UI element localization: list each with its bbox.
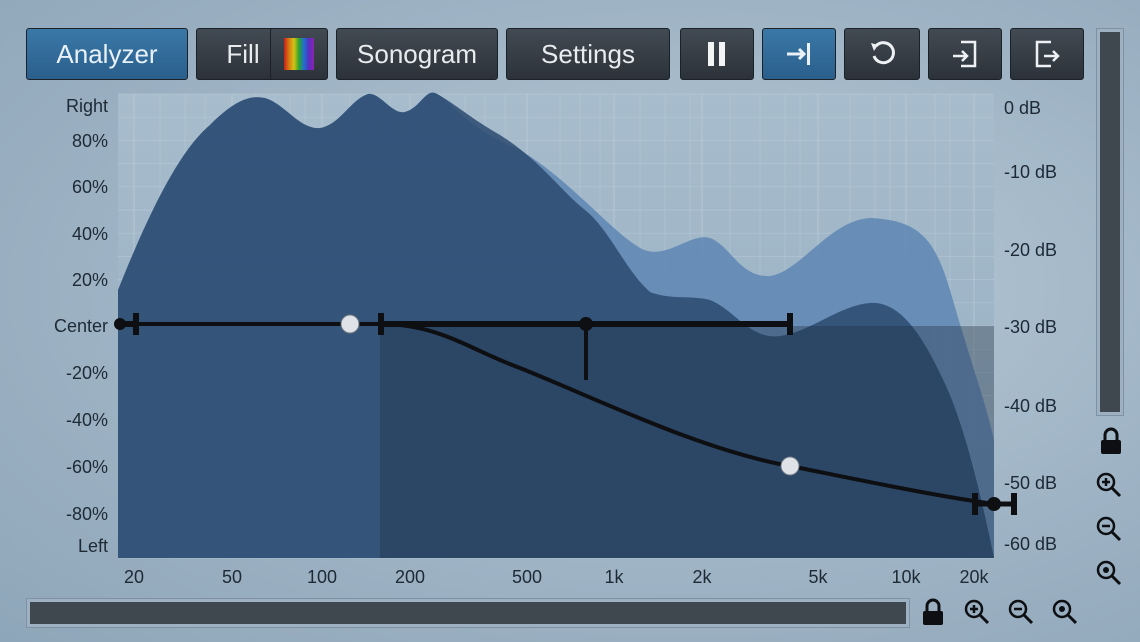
spectrum-color-icon <box>284 38 314 70</box>
freq-label: 2k <box>692 567 712 587</box>
vertical-zoom-out-button[interactable] <box>1094 514 1124 544</box>
frequency-marker-handle[interactable] <box>579 317 593 331</box>
horizontal-zoom-in-button[interactable] <box>962 597 992 627</box>
zoom-fit-icon <box>1096 560 1122 586</box>
freq-label: 200 <box>395 567 425 587</box>
zoom-out-icon <box>1096 516 1122 542</box>
pause-button[interactable] <box>680 28 754 80</box>
vertical-range-scrollbar[interactable] <box>1096 28 1124 416</box>
curve-endpoint-handle[interactable] <box>114 318 126 330</box>
pause-icon <box>708 42 725 66</box>
zoom-in-icon <box>1096 472 1122 498</box>
y-label: -40% <box>66 410 108 430</box>
y-label-right: Right <box>66 96 108 116</box>
freq-label: 100 <box>307 567 337 587</box>
export-icon <box>1035 40 1060 68</box>
zoom-in-icon <box>964 599 990 625</box>
horizontal-zoom-fit-button[interactable] <box>1050 597 1080 627</box>
arrow-to-line-icon <box>787 43 810 65</box>
vertical-lock-button[interactable] <box>1096 426 1126 456</box>
settings-button[interactable]: Settings <box>506 28 670 80</box>
band-edge-handle[interactable] <box>787 313 793 335</box>
zoom-out-icon <box>1008 599 1034 625</box>
export-button[interactable] <box>1010 28 1084 80</box>
curve-endpoint-handle[interactable] <box>987 497 1001 511</box>
color-mode-button[interactable] <box>270 28 328 80</box>
y-label-center: Center <box>54 316 108 336</box>
horizontal-zoom-out-button[interactable] <box>1006 597 1036 627</box>
db-label: -20 dB <box>1004 240 1057 260</box>
y-label: -20% <box>66 363 108 383</box>
db-label: 0 dB <box>1004 98 1041 118</box>
horizontal-lock-button[interactable] <box>918 597 948 627</box>
band-edge-handle[interactable] <box>133 313 139 335</box>
import-icon <box>953 40 977 68</box>
freq-label: 20 <box>124 567 144 587</box>
freq-label: 10k <box>891 567 921 587</box>
db-label: -30 dB <box>1004 317 1057 337</box>
zoom-fit-icon <box>1052 599 1078 625</box>
sonogram-button[interactable]: Sonogram <box>336 28 498 80</box>
band-edge-handle[interactable] <box>1011 493 1017 515</box>
y-label: 20% <box>72 270 108 290</box>
freq-label: 500 <box>512 567 542 587</box>
curve-point-handle[interactable] <box>340 314 360 334</box>
db-label: -50 dB <box>1004 473 1057 493</box>
follow-input-button[interactable] <box>762 28 836 80</box>
vertical-zoom-fit-button[interactable] <box>1094 558 1124 588</box>
freq-label: 50 <box>222 567 242 587</box>
band-edge-handle[interactable] <box>972 493 978 515</box>
reset-button[interactable] <box>844 28 920 80</box>
import-button[interactable] <box>928 28 1002 80</box>
freq-label: 20k <box>959 567 989 587</box>
curve-point-handle[interactable] <box>780 456 800 476</box>
db-label: -60 dB <box>1004 534 1057 554</box>
freq-label: 5k <box>808 567 828 587</box>
vertical-scroll-thumb[interactable] <box>1100 32 1120 412</box>
band-region <box>380 326 994 558</box>
y-label-left: Left <box>78 536 108 556</box>
db-label: -40 dB <box>1004 396 1057 416</box>
panning-curve-graph[interactable]: Right 80% 60% 40% 20% Center -20% -40% -… <box>0 0 1140 642</box>
vertical-zoom-in-button[interactable] <box>1094 470 1124 500</box>
y-label: -60% <box>66 457 108 477</box>
horizontal-range-scrollbar[interactable] <box>26 598 910 628</box>
undo-icon <box>871 41 895 65</box>
freq-label: 1k <box>604 567 624 587</box>
y-label: -80% <box>66 504 108 524</box>
band-edge-handle[interactable] <box>378 313 384 335</box>
horizontal-scroll-thumb[interactable] <box>30 602 906 624</box>
y-label: 80% <box>72 131 108 151</box>
db-label: -10 dB <box>1004 162 1057 182</box>
lock-icon <box>1101 427 1121 454</box>
y-label: 40% <box>72 224 108 244</box>
lock-icon <box>923 598 943 625</box>
analyzer-button[interactable]: Analyzer <box>26 28 188 80</box>
y-label: 60% <box>72 177 108 197</box>
